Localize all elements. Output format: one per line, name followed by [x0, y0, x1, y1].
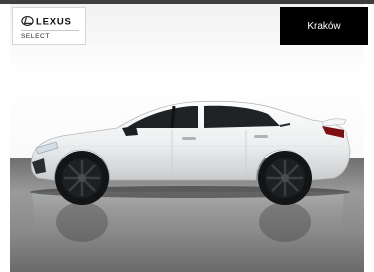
rear-wheel-icon — [258, 151, 312, 205]
lexus-select-logo: LEXUS SELECT — [12, 7, 86, 45]
left-margin — [0, 4, 10, 272]
brand-wordmark: LEXUS — [36, 17, 72, 27]
front-wheel-icon — [55, 151, 109, 205]
logo-divider — [21, 30, 79, 31]
location-badge: Kraków — [280, 7, 368, 45]
car-side-view-icon — [30, 100, 351, 242]
location-city: Kraków — [307, 20, 341, 32]
lexus-logo-icon: LEXUS — [21, 16, 72, 27]
listing-photo[interactable]: LEXUS SELECT Kraków — [0, 0, 374, 272]
program-label: SELECT — [21, 33, 50, 40]
